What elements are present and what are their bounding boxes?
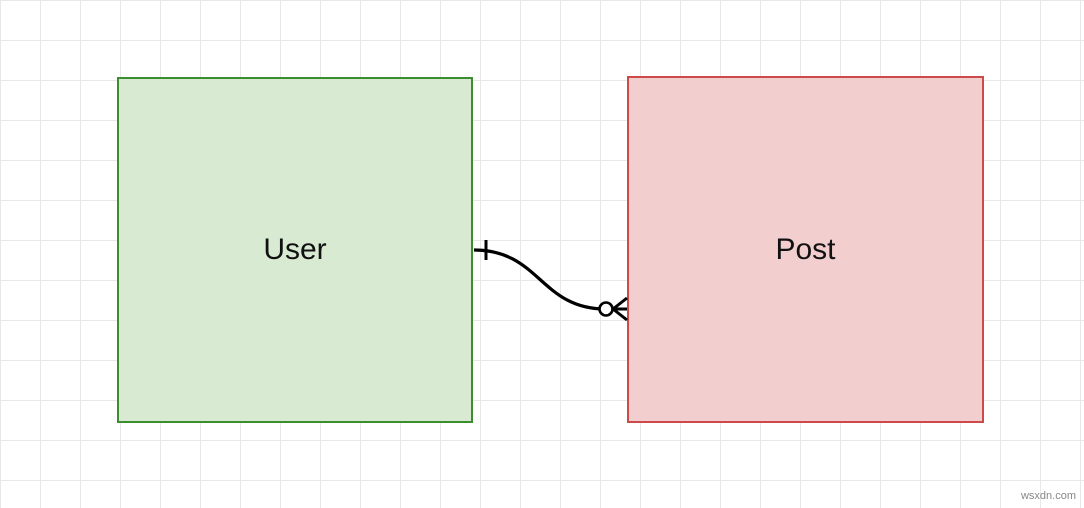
entity-post-label: Post bbox=[775, 233, 835, 267]
entity-post[interactable]: Post bbox=[627, 76, 984, 423]
cardinality-zero-icon bbox=[600, 303, 613, 316]
diagram-canvas[interactable]: User Post bbox=[0, 0, 1084, 508]
entity-user[interactable]: User bbox=[117, 77, 473, 423]
cardinality-many-icon bbox=[613, 298, 627, 320]
entity-user-label: User bbox=[263, 233, 326, 267]
watermark: wsxdn.com bbox=[1021, 490, 1076, 502]
